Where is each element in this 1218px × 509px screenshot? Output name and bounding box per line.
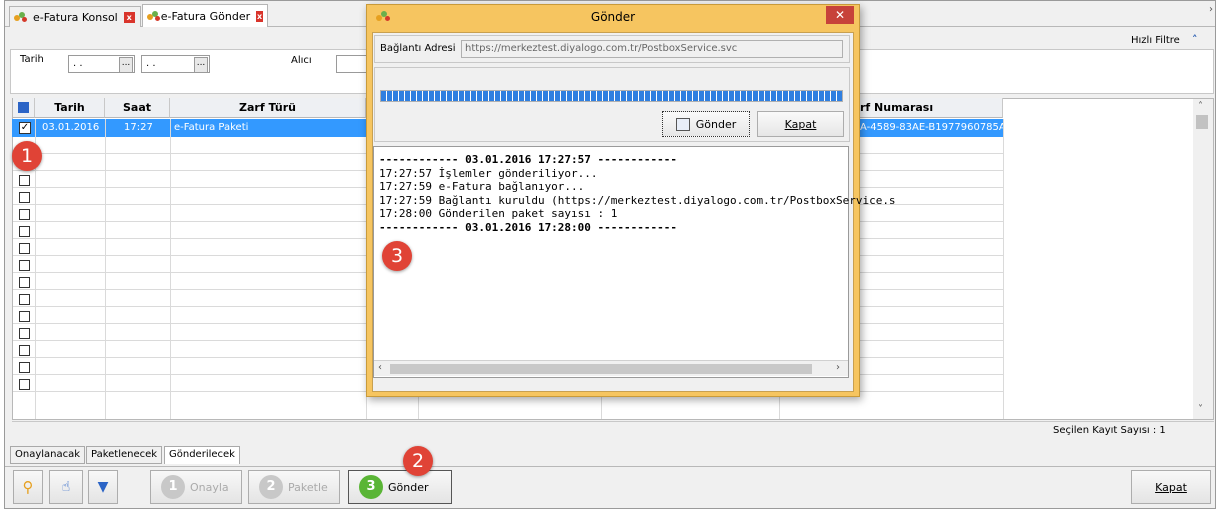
send-button[interactable]: 3 Gönder [348,470,452,504]
row-checkbox[interactable] [19,294,30,305]
grid-status-bar [12,421,1214,441]
search-icon: ⚲ [22,478,34,496]
row-checkbox[interactable] [19,192,30,203]
selected-count-label: Seçilen Kayıt Sayısı : 1 [1053,425,1166,436]
tab-onaylanacak[interactable]: Onaylanacak [10,446,86,464]
package-button[interactable]: 2 Paketle [248,470,340,504]
row-date: 03.01.2016 [42,122,100,133]
vertical-scrollbar[interactable]: ˄ ˅ [1193,99,1213,419]
row-checkbox[interactable] [19,209,30,220]
row-envelope-number: A-4589-83AE-B1977960785A [860,122,1006,133]
close-tab-icon[interactable]: x [256,10,263,22]
log-line: ------------ 03.01.2016 17:27:57 -------… [379,153,678,166]
progress-bar [380,90,843,102]
step-3-icon: 3 [359,475,383,499]
tab-efatura-gonder[interactable]: e-Fatura Gönder x [142,4,268,27]
close-button[interactable]: Kapat [1131,470,1211,504]
dialog-send-label: Gönder [695,117,737,131]
approve-button[interactable]: 1 Onayla [150,470,242,504]
scroll-thumb[interactable] [1196,115,1208,129]
row-checkbox[interactable] [19,243,30,254]
log-line: ------------ 03.01.2016 17:28:00 -------… [379,220,678,234]
scroll-up-icon[interactable]: ˄ [1198,101,1203,112]
row-checkbox[interactable] [19,175,30,186]
address-label: Bağlantı Adresi [380,43,456,54]
app-logo-icon [147,10,160,22]
column-header-date[interactable]: Tarih [35,98,105,118]
date-from-field[interactable]: . . ... [68,55,135,73]
tab-efatura-konsol[interactable]: e-Fatura Konsol x [9,6,141,27]
recipient-field[interactable] [336,55,368,73]
step-2-icon: 2 [259,475,283,499]
progress-fill [381,91,842,101]
scroll-down-icon[interactable]: ˅ [1198,404,1203,415]
tab-scroll-icon[interactable]: › [1209,4,1213,15]
app-logo-icon [14,11,28,23]
date-to-value: . . [146,58,156,69]
select-button[interactable]: ☝ [49,470,83,504]
send-log[interactable]: ------------ 03.01.2016 17:27:57 -------… [373,146,896,378]
callout-1: 1 [12,141,42,171]
package-label: Paketle [288,480,328,494]
log-lines: ------------ 03.01.2016 17:27:57 -------… [374,147,896,234]
dialog-close-icon[interactable]: ✕ [826,6,854,24]
log-line: 17:27:59 e-Fatura bağlanıyor... [379,180,585,193]
row-checkbox[interactable] [19,226,30,237]
address-field[interactable]: https://merkeztest.diyalogo.com.tr/Postb… [461,40,843,58]
select-all-header[interactable] [13,98,35,118]
send-label: Gönder [388,480,429,494]
row-checkbox[interactable] [19,345,30,356]
funnel-icon: ▼ [97,479,109,495]
dialog-send-button[interactable]: Gönder [662,111,750,137]
close-label: Kapat [1155,480,1187,494]
log-line: 17:27:59 Bağlantı kuruldu (https://merke… [379,193,896,207]
hand-select-icon: ☝ [61,479,71,495]
callout-3: 3 [382,241,412,271]
send-document-icon [675,117,690,131]
column-header-envelope-type[interactable]: Zarf Türü [170,98,366,118]
row-checkbox[interactable] [19,311,30,322]
date-to-field[interactable]: . . ... [141,55,210,73]
log-line: 17:28:00 Gönderilen paket sayısı : 1 [379,207,618,220]
scroll-right-icon[interactable]: › [836,362,840,373]
dialog-title: Gönder [590,10,636,24]
row-envelope-type: e-Fatura Paketi [174,122,249,133]
log-line: 17:27:57 İşlemler gönderiliyor... [379,166,598,180]
filter-button[interactable]: ▼ [88,470,118,504]
date-filter-label: Tarih [20,54,44,65]
column-divider [105,119,106,419]
horizontal-scrollbar[interactable]: ‹ › [374,360,848,376]
row-time: 17:27 [124,122,153,133]
tab-label: e-Fatura Gönder [160,9,251,23]
tab-gonderilecek[interactable]: Gönderilecek [164,446,240,464]
collapse-filter-icon[interactable]: ˄ [1192,33,1198,46]
row-checkbox[interactable] [19,328,30,339]
row-checkbox[interactable] [19,379,30,390]
column-divider [1003,119,1004,419]
tab-label: e-Fatura Konsol [33,10,118,24]
recipient-filter-label: Alıcı [291,55,312,66]
column-header-envelope-number[interactable]: rf Numarası [860,98,1003,118]
close-tab-icon[interactable]: x [123,11,135,23]
tab-paketlenecek[interactable]: Paketlenecek [86,446,163,464]
date-from-picker-button[interactable]: ... [119,57,133,73]
h-scroll-thumb[interactable] [390,364,812,374]
quick-filter-label: Hızlı Filtre [1131,35,1180,46]
search-button[interactable]: ⚲ [13,470,43,504]
date-from-value: . . [73,58,83,69]
callout-2: 2 [403,446,433,476]
dialog-close-button[interactable]: Kapat [757,111,844,137]
row-checkbox[interactable] [19,277,30,288]
column-divider [170,119,171,419]
column-header-time[interactable]: Saat [105,98,170,118]
select-all-icon[interactable] [18,102,29,113]
step-1-icon: 1 [161,475,185,499]
row-checkbox[interactable] [19,362,30,373]
scroll-left-icon[interactable]: ‹ [378,362,382,373]
date-to-picker-button[interactable]: ... [194,57,208,73]
row-checkbox-checked[interactable]: ✓ [19,122,31,134]
row-checkbox[interactable] [19,260,30,271]
approve-label: Onayla [190,480,229,494]
